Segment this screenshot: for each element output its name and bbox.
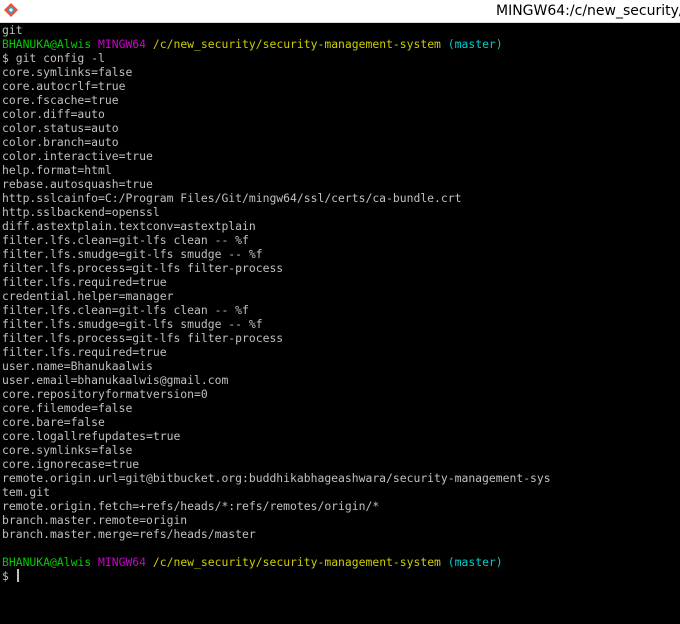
input-line[interactable]: $ [2, 569, 680, 583]
terminal-line: core.fscache=true [2, 93, 119, 107]
terminal-line: branch.master.remote=origin [2, 513, 188, 527]
terminal-line: credential.helper=manager [2, 289, 174, 303]
terminal-line: remote.origin.url=git@bitbucket.org:budd… [2, 471, 551, 485]
terminal-line: filter.lfs.required=true [2, 345, 167, 359]
terminal-line: color.interactive=true [2, 149, 153, 163]
terminal-line: core.symlinks=false [2, 65, 133, 79]
prompt-path: /c/new_security/security-management-syst… [152, 37, 441, 51]
terminal-line: tem.git [2, 485, 51, 499]
command-line: $ git config -l [2, 51, 105, 65]
terminal-line: http.sslcainfo=C:/Program Files/Git/ming… [2, 191, 462, 205]
terminal-line: filter.lfs.required=true [2, 275, 167, 289]
terminal-line: filter.lfs.clean=git-lfs clean -- %f [2, 233, 249, 247]
prompt-line: BHANUKA@Alwis MINGW64 /c/new_security/se… [2, 555, 680, 569]
terminal-line: color.diff=auto [2, 107, 105, 121]
prompt-user-host: BHANUKA@Alwis [2, 37, 92, 51]
prompt-symbol: $ [2, 569, 16, 583]
terminal-line: core.bare=false [2, 415, 105, 429]
prompt-branch: (master) [447, 37, 503, 51]
terminal-line: core.logallrefupdates=true [2, 429, 181, 443]
terminal-line: user.name=Bhanukaalwis [2, 359, 153, 373]
terminal-line: filter.lfs.process=git-lfs filter-proces… [2, 261, 284, 275]
terminal-line: filter.lfs.smudge=git-lfs smudge -- %f [2, 247, 263, 261]
terminal-line: core.repositoryformatversion=0 [2, 387, 208, 401]
terminal-line: color.branch=auto [2, 135, 119, 149]
terminal-line: git [2, 23, 23, 37]
prompt-user-host: BHANUKA@Alwis [2, 555, 92, 569]
terminal-line: help.format=html [2, 163, 112, 177]
terminal-line: core.ignorecase=true [2, 457, 140, 471]
terminal-line: filter.lfs.clean=git-lfs clean -- %f [2, 303, 249, 317]
terminal-line: diff.astextplain.textconv=astextplain [2, 219, 256, 233]
prompt-path: /c/new_security/security-management-syst… [152, 555, 441, 569]
terminal-line: user.email=bhanukaalwis@gmail.com [2, 373, 229, 387]
terminal-line: color.status=auto [2, 121, 119, 135]
terminal-line: core.symlinks=false [2, 443, 133, 457]
terminal-line: http.sslbackend=openssl [2, 205, 160, 219]
terminal-line: remote.origin.fetch=+refs/heads/*:refs/r… [2, 499, 380, 513]
prompt-branch: (master) [447, 555, 503, 569]
prompt-env: MINGW64 [98, 555, 147, 569]
terminal-output[interactable]: git BHANUKA@Alwis MINGW64 /c/new_securit… [0, 23, 680, 624]
terminal-line: core.filemode=false [2, 401, 133, 415]
terminal-line: core.autocrlf=true [2, 79, 126, 93]
terminal-line: rebase.autosquash=true [2, 177, 153, 191]
terminal-line: filter.lfs.smudge=git-lfs smudge -- %f [2, 317, 263, 331]
prompt-line: BHANUKA@Alwis MINGW64 /c/new_security/se… [2, 37, 680, 51]
git-bash-icon [4, 3, 18, 17]
window-title: MINGW64:/c/new_security/s [496, 3, 680, 19]
terminal-window: MINGW64:/c/new_security/s git BHANUKA@Al… [0, 0, 680, 624]
prompt-env: MINGW64 [98, 37, 147, 51]
title-bar[interactable]: MINGW64:/c/new_security/s [0, 0, 680, 23]
text-cursor [16, 569, 19, 582]
terminal-line: branch.master.merge=refs/heads/master [2, 527, 256, 541]
terminal-line: filter.lfs.process=git-lfs filter-proces… [2, 331, 284, 345]
